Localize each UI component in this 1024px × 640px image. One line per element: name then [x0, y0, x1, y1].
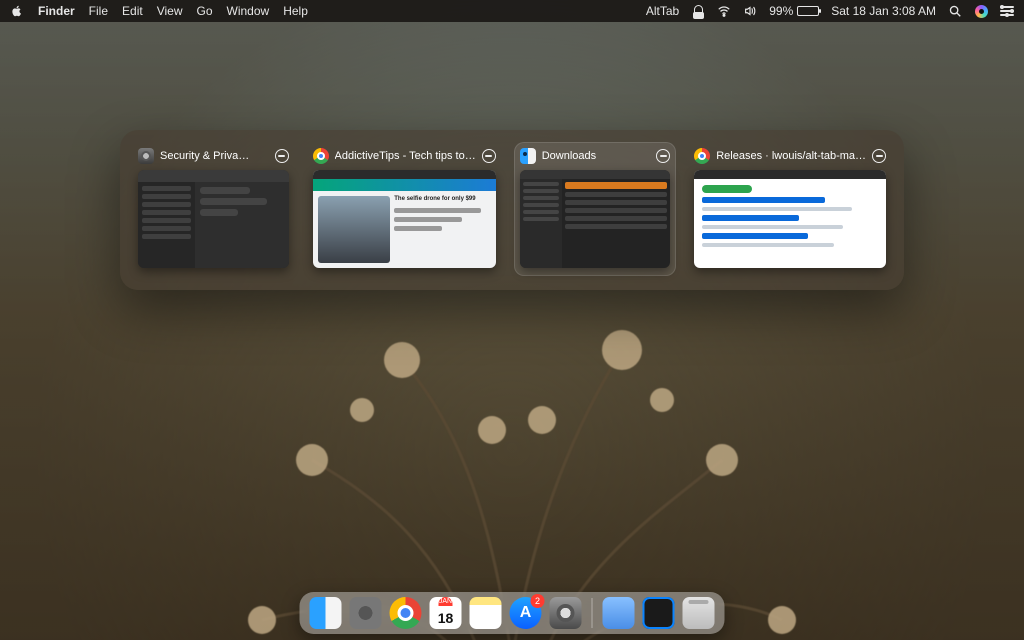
window-title: Downloads	[542, 150, 651, 162]
minimize-indicator-icon[interactable]	[482, 149, 496, 163]
menu-edit[interactable]: Edit	[122, 4, 143, 18]
window-thumbnail: The selfie drone for only $99	[313, 170, 496, 268]
desktop-wallpaper	[0, 0, 1024, 640]
volume-icon[interactable]	[743, 4, 757, 18]
dock-recent-stack[interactable]	[643, 597, 675, 629]
active-app-name[interactable]: Finder	[38, 4, 75, 18]
menubar: Finder File Edit View Go Window Help Alt…	[0, 0, 1024, 22]
calendar-day: 18	[438, 606, 454, 629]
spotlight-icon[interactable]	[948, 4, 962, 18]
window-title: AddictiveTips - Tech tips to…	[335, 150, 476, 162]
siri-icon[interactable]	[974, 4, 988, 18]
menu-file[interactable]: File	[89, 4, 108, 18]
dock-chrome[interactable]	[390, 597, 422, 629]
dock-system-preferences[interactable]	[550, 597, 582, 629]
menu-go[interactable]: Go	[197, 4, 213, 18]
window-title: Security & Priva…	[160, 150, 269, 162]
chrome-icon	[694, 148, 710, 164]
menu-view[interactable]: View	[157, 4, 183, 18]
dock: JAN 18 2	[300, 592, 725, 634]
chrome-icon	[313, 148, 329, 164]
alttab-menu-extra[interactable]: AltTab	[646, 4, 679, 18]
article-headline: The selfie drone for only $99	[394, 196, 486, 204]
window-thumbnail	[694, 170, 886, 268]
finder-icon	[520, 148, 536, 164]
minimize-indicator-icon[interactable]	[656, 149, 670, 163]
alt-tab-switcher: Security & Priva… AddictiveTips - Tech t…	[120, 130, 904, 290]
control-center-icon[interactable]	[1000, 4, 1014, 18]
dock-separator	[592, 598, 593, 628]
apple-menu[interactable]	[10, 4, 24, 18]
window-tile-downloads[interactable]: Downloads	[514, 142, 677, 276]
battery-status[interactable]: 99%	[769, 4, 819, 18]
appstore-badge: 2	[531, 594, 545, 608]
menu-help[interactable]: Help	[283, 4, 308, 18]
dock-launchpad[interactable]	[350, 597, 382, 629]
lock-icon[interactable]	[691, 4, 705, 18]
menu-window[interactable]: Window	[227, 4, 270, 18]
window-thumbnail	[520, 170, 671, 268]
window-thumbnail	[138, 170, 289, 268]
dock-calendar[interactable]: JAN 18	[430, 597, 462, 629]
battery-icon	[797, 6, 819, 16]
window-title: Releases · lwouis/alt-tab-ma…	[716, 150, 866, 162]
window-tile-head: Security & Priva…	[138, 148, 289, 164]
dock-downloads-folder[interactable]	[603, 597, 635, 629]
window-tile-security[interactable]: Security & Priva…	[132, 142, 295, 276]
dock-appstore[interactable]: 2	[510, 597, 542, 629]
calendar-month: JAN	[439, 597, 452, 606]
minimize-indicator-icon[interactable]	[872, 149, 886, 163]
menubar-right: AltTab 99% Sat 18 Jan 3:08 AM	[646, 4, 1014, 18]
window-tile-head: AddictiveTips - Tech tips to…	[313, 148, 496, 164]
dock-trash[interactable]	[683, 597, 715, 629]
wifi-icon[interactable]	[717, 4, 731, 18]
dock-notes[interactable]	[470, 597, 502, 629]
dock-finder[interactable]	[310, 597, 342, 629]
window-tile-releases[interactable]: Releases · lwouis/alt-tab-ma…	[688, 142, 892, 276]
battery-percent: 99%	[769, 4, 793, 18]
window-tile-head: Downloads	[520, 148, 671, 164]
window-tile-addictivetips[interactable]: AddictiveTips - Tech tips to… The selfie…	[307, 142, 502, 276]
clock[interactable]: Sat 18 Jan 3:08 AM	[831, 4, 936, 18]
menubar-left: Finder File Edit View Go Window Help	[10, 4, 308, 18]
window-tile-head: Releases · lwouis/alt-tab-ma…	[694, 148, 886, 164]
minimize-indicator-icon[interactable]	[275, 149, 289, 163]
system-preferences-icon	[138, 148, 154, 164]
